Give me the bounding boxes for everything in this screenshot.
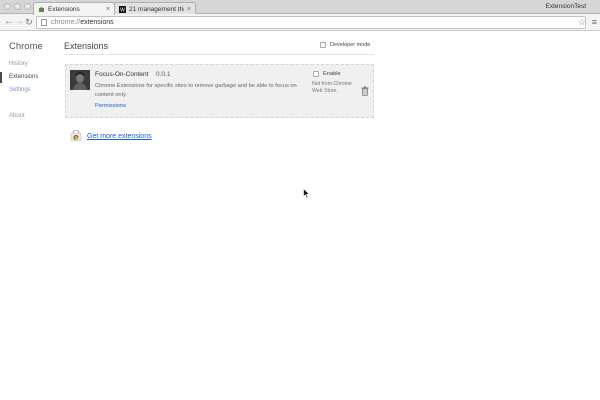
developer-mode-label: Developer mode <box>330 42 371 48</box>
sidebar-item-history[interactable]: History <box>9 61 28 67</box>
developer-mode-checkbox[interactable] <box>320 42 326 48</box>
enable-toggle[interactable]: Enable <box>313 71 341 77</box>
menu-icon[interactable]: ≡ <box>592 17 597 27</box>
web-store-icon <box>70 130 82 142</box>
get-more-extensions-link[interactable]: Get more extensions <box>87 133 152 140</box>
extension-name: Focus-On-Content <box>95 71 149 78</box>
svg-text:W: W <box>120 7 125 12</box>
mouse-cursor-icon <box>303 188 310 199</box>
extension-icon <box>70 70 90 90</box>
w-icon: W <box>119 5 126 13</box>
sidebar: Chrome History Extensions Settings About <box>0 31 55 400</box>
selected-marker <box>0 72 2 83</box>
trash-icon[interactable] <box>361 86 369 96</box>
get-more-extensions[interactable]: Get more extensions <box>70 130 152 142</box>
page-icon <box>41 19 47 26</box>
extension-description: Chrome Extensions for specific sites to … <box>95 83 297 98</box>
browser-window: Extensions × W 21 management things I × … <box>0 0 600 400</box>
tab-close-icon[interactable]: × <box>106 6 110 13</box>
page-title: Extensions <box>64 41 109 51</box>
close-window-button[interactable] <box>4 3 11 10</box>
minimize-window-button[interactable] <box>14 3 21 10</box>
puzzle-icon <box>38 6 45 13</box>
sidebar-item-extensions[interactable]: Extensions <box>9 74 38 80</box>
extension-source-note: Not from Chrome Web Store. <box>312 81 352 94</box>
tab-title: 21 management things I <box>129 5 184 13</box>
zoom-window-button[interactable] <box>24 3 31 10</box>
extension-card: Focus-On-Content 0.0.1 Chrome Extensions… <box>65 64 374 118</box>
enable-label: Enable <box>323 71 341 77</box>
tab-close-icon[interactable]: × <box>187 6 191 13</box>
url-scheme: chrome:// <box>51 19 81 26</box>
page-header: Extensions Developer mode <box>64 40 374 55</box>
sidebar-title: Chrome <box>9 41 43 52</box>
tab-strip: Extensions × W 21 management things I × … <box>0 0 600 15</box>
sidebar-item-about[interactable]: About <box>9 113 25 119</box>
extension-version: 0.0.1 <box>156 71 171 78</box>
toolbar: ← → ↻ chrome:// extensions ☆ ≡ <box>0 14 600 31</box>
enable-checkbox[interactable] <box>313 71 319 77</box>
tab-extensions[interactable]: Extensions × <box>33 2 115 15</box>
developer-mode-toggle[interactable]: Developer mode <box>320 42 370 48</box>
profile-name[interactable]: ExtensionTest <box>546 3 586 10</box>
sidebar-item-settings[interactable]: Settings <box>9 87 31 93</box>
address-bar[interactable]: chrome:// extensions <box>36 16 586 29</box>
reload-button[interactable]: ↻ <box>23 16 35 28</box>
bookmark-star-icon[interactable]: ☆ <box>578 17 586 28</box>
permissions-link[interactable]: Permissions <box>95 103 126 109</box>
tab-title: Extensions <box>48 5 80 13</box>
url-path: extensions <box>80 19 114 26</box>
